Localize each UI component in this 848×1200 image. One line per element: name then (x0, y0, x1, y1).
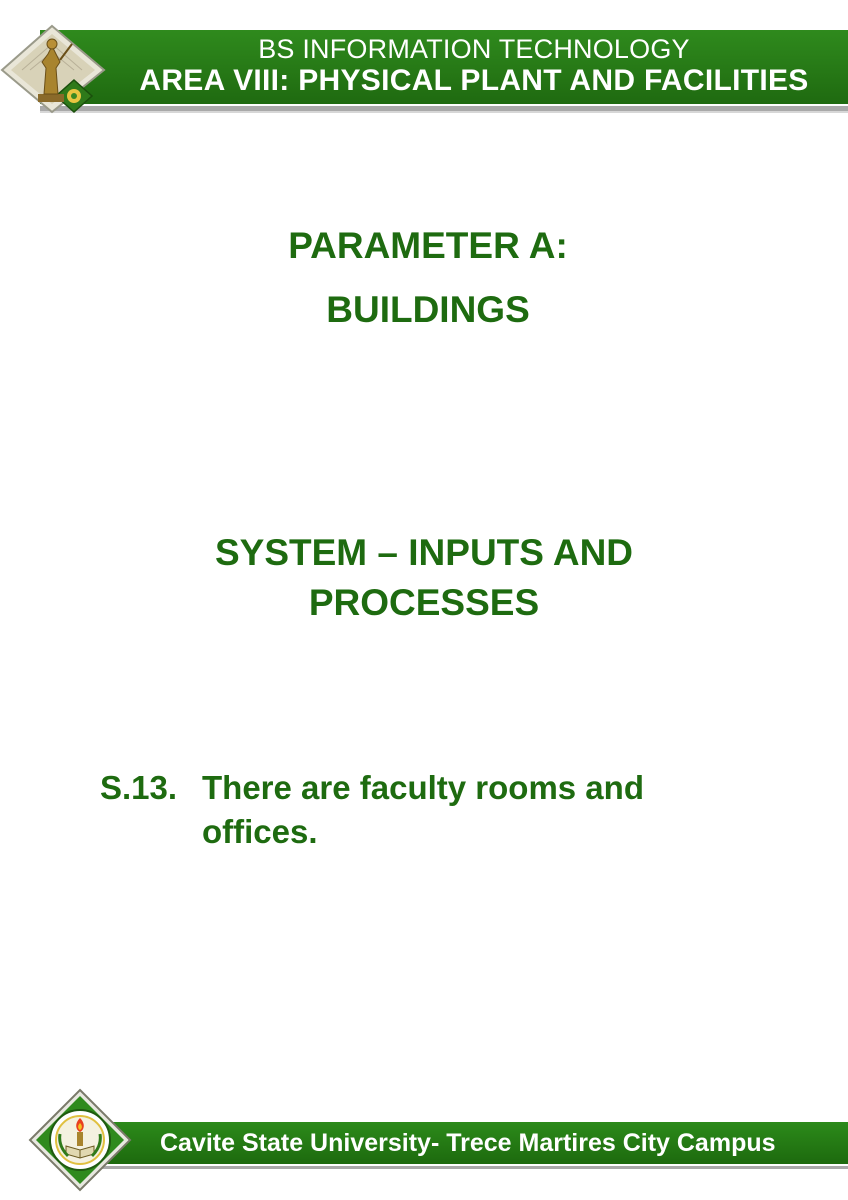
item-number: S.13. (100, 769, 178, 806)
parameter-heading: PARAMETER A: BUILDINGS (0, 218, 848, 338)
section-heading: SYSTEM – INPUTS AND PROCESSES (0, 528, 848, 628)
item-text: There are faculty rooms and offices. (202, 769, 644, 850)
header-title: AREA VIII: PHYSICAL PLANT AND FACILITIES (139, 64, 809, 97)
header-subtitle: BS INFORMATION TECHNOLOGY (258, 34, 690, 64)
header-text: BS INFORMATION TECHNOLOGY AREA VIII: PHY… (100, 34, 848, 98)
section-heading-line1: SYSTEM – INPUTS AND (214, 532, 634, 573)
parameter-name: BUILDINGS (326, 289, 530, 330)
university-seal-icon (28, 1088, 132, 1192)
section-heading-line2: PROCESSES (308, 582, 540, 623)
header-divider-light (40, 111, 848, 113)
university-statue-logo-icon (0, 24, 106, 114)
footer-text: Cavite State University- Trece Martires … (160, 1129, 776, 1157)
parameter-label: PARAMETER A: (288, 225, 568, 266)
footer-divider (60, 1166, 848, 1169)
